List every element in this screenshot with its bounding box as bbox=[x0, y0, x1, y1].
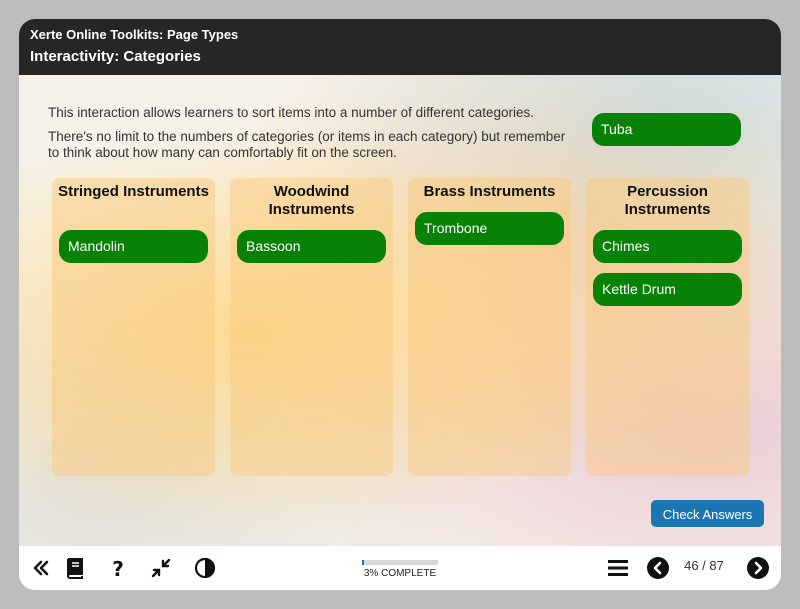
contrast-icon[interactable] bbox=[193, 556, 217, 580]
draggable-item-tuba[interactable]: Tuba bbox=[592, 113, 741, 146]
next-icon[interactable] bbox=[746, 556, 770, 580]
help-icon[interactable]: ? bbox=[106, 556, 130, 581]
progress-fill bbox=[362, 560, 365, 565]
category-title: Brass Instruments bbox=[423, 183, 556, 200]
app-window: Xerte Online Toolkits: Page Types Intera… bbox=[19, 19, 781, 590]
page-title: Interactivity: Categories bbox=[30, 48, 201, 65]
category-stringed[interactable]: Stringed Instruments Mandolin bbox=[52, 178, 215, 476]
category-percussion[interactable]: Percussion Instruments Chimes Kettle Dru… bbox=[586, 178, 749, 476]
category-title: Woodwind Instruments bbox=[268, 183, 355, 218]
page-counter: 46 / 87 bbox=[684, 558, 724, 573]
check-answers-button[interactable]: Check Answers bbox=[651, 500, 764, 527]
draggable-item-trombone[interactable]: Trombone bbox=[415, 212, 564, 245]
header-bar: Xerte Online Toolkits: Page Types Intera… bbox=[19, 19, 781, 75]
category-title: Percussion Instruments bbox=[624, 183, 711, 218]
category-title: Stringed Instruments bbox=[58, 183, 209, 200]
draggable-item-chimes[interactable]: Chimes bbox=[593, 230, 742, 263]
rewind-icon[interactable] bbox=[28, 556, 52, 580]
intro-text-1: This interaction allows learners to sort… bbox=[48, 105, 534, 120]
previous-icon[interactable] bbox=[646, 556, 670, 580]
category-woodwind[interactable]: Woodwind Instruments Bassoon bbox=[230, 178, 393, 476]
compress-icon[interactable] bbox=[149, 556, 173, 580]
intro-text-2: There's no limit to the numbers of categ… bbox=[48, 129, 566, 160]
progress-bar bbox=[362, 560, 438, 565]
footer-bar: ? 3% COMPLETE 46 / 87 bbox=[19, 546, 781, 590]
draggable-item-bassoon[interactable]: Bassoon bbox=[237, 230, 386, 263]
draggable-item-kettle-drum[interactable]: Kettle Drum bbox=[593, 273, 742, 306]
progress-label: 3% COMPLETE bbox=[363, 568, 437, 579]
course-title: Xerte Online Toolkits: Page Types bbox=[30, 27, 239, 42]
category-brass[interactable]: Brass Instruments Trombone bbox=[408, 178, 571, 476]
draggable-item-mandolin[interactable]: Mandolin bbox=[59, 230, 208, 263]
menu-icon[interactable] bbox=[606, 556, 630, 580]
svg-text:?: ? bbox=[112, 557, 124, 580]
book-icon[interactable] bbox=[62, 556, 86, 580]
content-area: This interaction allows learners to sort… bbox=[19, 75, 781, 546]
